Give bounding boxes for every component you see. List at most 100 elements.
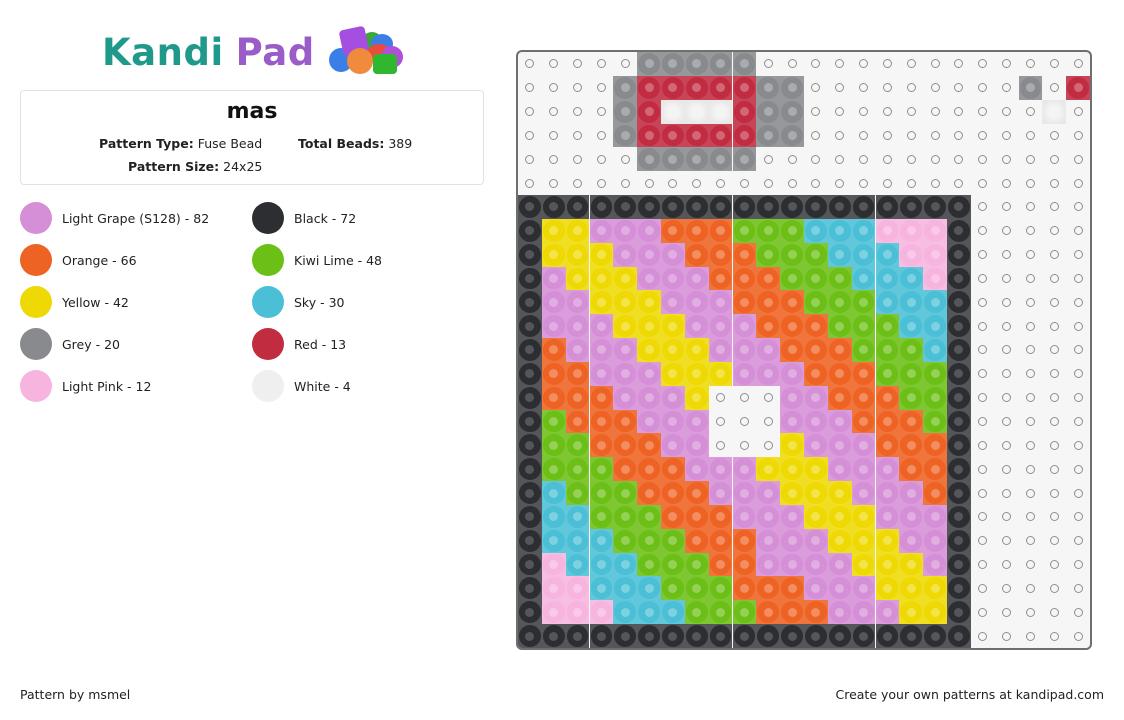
bead-sky[interactable] xyxy=(637,576,661,601)
bead-grey[interactable] xyxy=(756,99,781,124)
bead-orange[interactable] xyxy=(565,409,590,434)
bead-yellow[interactable] xyxy=(541,242,566,267)
bead-sky[interactable] xyxy=(613,600,638,625)
bead-orange[interactable] xyxy=(875,409,900,434)
bead-sky[interactable] xyxy=(851,218,876,243)
bead-yellow[interactable] xyxy=(565,218,590,243)
bead-light-grape-s128[interactable] xyxy=(827,576,852,601)
empty-peg[interactable] xyxy=(1019,624,1043,648)
empty-peg[interactable] xyxy=(590,52,614,76)
empty-peg[interactable] xyxy=(971,243,995,267)
empty-peg[interactable] xyxy=(1066,529,1090,553)
bead-light-pink[interactable] xyxy=(875,218,900,243)
bead-black[interactable] xyxy=(518,457,542,482)
bead-black[interactable] xyxy=(661,624,685,648)
bead-sky[interactable] xyxy=(851,242,876,267)
empty-peg[interactable] xyxy=(852,100,876,124)
bead-black[interactable] xyxy=(947,338,971,362)
empty-peg[interactable] xyxy=(566,76,590,100)
bead-black[interactable] xyxy=(947,481,971,505)
empty-peg[interactable] xyxy=(1019,338,1043,362)
bead-orange[interactable] xyxy=(708,528,733,553)
empty-peg[interactable] xyxy=(995,195,1019,219)
empty-peg[interactable] xyxy=(542,76,566,100)
bead-orange[interactable] xyxy=(756,314,781,339)
bead-light-grape-s128[interactable] xyxy=(875,504,900,529)
empty-peg[interactable] xyxy=(1066,410,1090,434)
bead-light-pink[interactable] xyxy=(541,552,566,577)
empty-peg[interactable] xyxy=(756,147,780,171)
bead-black[interactable] xyxy=(923,195,947,219)
empty-peg[interactable] xyxy=(1042,267,1066,291)
empty-peg[interactable] xyxy=(995,410,1019,434)
empty-peg[interactable] xyxy=(1066,314,1090,338)
bead-kiwi-lime[interactable] xyxy=(637,504,661,529)
empty-peg[interactable] xyxy=(1042,386,1066,410)
bead-light-grape-s128[interactable] xyxy=(565,314,590,339)
empty-peg[interactable] xyxy=(613,147,637,171)
bead-orange[interactable] xyxy=(684,504,709,529)
bead-yellow[interactable] xyxy=(851,504,876,529)
bead-kiwi-lime[interactable] xyxy=(541,433,566,458)
bead-yellow[interactable] xyxy=(708,361,733,386)
bead-light-grape-s128[interactable] xyxy=(589,361,614,386)
empty-peg[interactable] xyxy=(1042,576,1066,600)
bead-grey[interactable] xyxy=(708,52,733,76)
bead-yellow[interactable] xyxy=(804,457,828,482)
bead-yellow[interactable] xyxy=(875,576,900,601)
empty-peg[interactable] xyxy=(1066,505,1090,529)
bead-light-grape-s128[interactable] xyxy=(827,409,852,434)
bead-light-grape-s128[interactable] xyxy=(756,481,781,505)
bead-light-grape-s128[interactable] xyxy=(637,218,661,243)
bead-light-grape-s128[interactable] xyxy=(661,290,685,315)
empty-peg[interactable] xyxy=(971,362,995,386)
bead-yellow[interactable] xyxy=(875,552,900,577)
bead-yellow[interactable] xyxy=(780,433,804,458)
empty-peg[interactable] xyxy=(542,52,566,76)
empty-peg[interactable] xyxy=(852,124,876,148)
bead-sky[interactable] xyxy=(875,290,900,315)
bead-black[interactable] xyxy=(875,195,900,219)
empty-peg[interactable] xyxy=(995,433,1019,457)
bead-orange[interactable] xyxy=(899,457,924,482)
bead-orange[interactable] xyxy=(732,576,757,601)
bead-light-grape-s128[interactable] xyxy=(541,290,566,315)
empty-peg[interactable] xyxy=(1019,362,1043,386)
bead-black[interactable] xyxy=(756,624,781,648)
empty-peg[interactable] xyxy=(1066,219,1090,243)
bead-black[interactable] xyxy=(708,195,733,219)
empty-peg[interactable] xyxy=(899,100,923,124)
bead-yellow[interactable] xyxy=(875,528,900,553)
empty-peg[interactable] xyxy=(804,147,828,171)
empty-peg[interactable] xyxy=(1019,243,1043,267)
bead-white[interactable] xyxy=(684,99,709,124)
empty-peg[interactable] xyxy=(899,171,923,195)
bead-black[interactable] xyxy=(518,528,542,553)
bead-light-grape-s128[interactable] xyxy=(565,338,590,362)
empty-peg[interactable] xyxy=(566,52,590,76)
bead-orange[interactable] xyxy=(565,361,590,386)
empty-peg[interactable] xyxy=(1066,624,1090,648)
bead-black[interactable] xyxy=(899,195,924,219)
bead-black[interactable] xyxy=(827,195,852,219)
bead-light-pink[interactable] xyxy=(565,600,590,625)
bead-light-grape-s128[interactable] xyxy=(684,433,709,458)
empty-peg[interactable] xyxy=(828,171,852,195)
bead-sky[interactable] xyxy=(899,290,924,315)
bead-black[interactable] xyxy=(780,195,804,219)
empty-peg[interactable] xyxy=(995,171,1019,195)
bead-kiwi-lime[interactable] xyxy=(661,576,685,601)
empty-peg[interactable] xyxy=(971,219,995,243)
bead-orange[interactable] xyxy=(708,504,733,529)
bead-yellow[interactable] xyxy=(637,338,661,362)
bead-black[interactable] xyxy=(947,457,971,482)
empty-peg[interactable] xyxy=(971,76,995,100)
bead-light-grape-s128[interactable] xyxy=(899,504,924,529)
bead-light-grape-s128[interactable] xyxy=(780,409,804,434)
bead-light-grape-s128[interactable] xyxy=(732,361,757,386)
bead-black[interactable] xyxy=(947,624,971,648)
empty-peg[interactable] xyxy=(971,100,995,124)
empty-peg[interactable] xyxy=(947,76,971,100)
bead-black[interactable] xyxy=(518,504,542,529)
empty-peg[interactable] xyxy=(923,171,947,195)
